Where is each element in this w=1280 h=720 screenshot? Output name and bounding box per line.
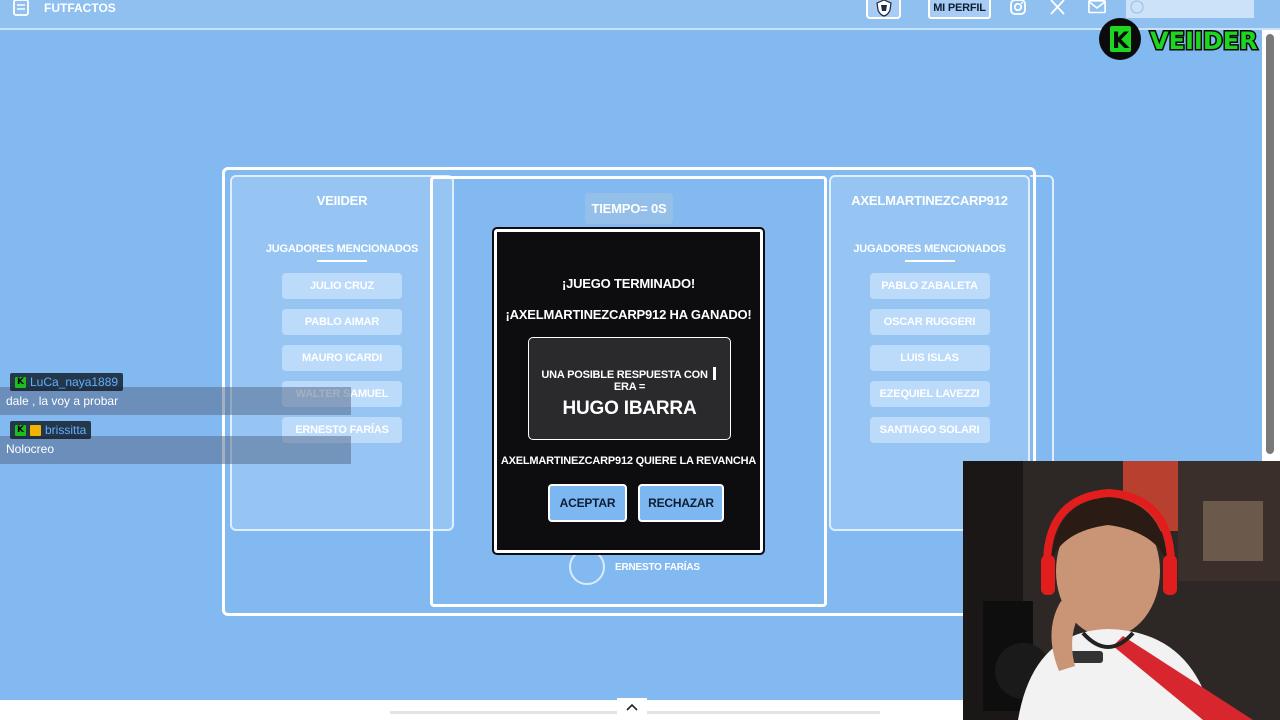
scrollbar-thumb[interactable] xyxy=(1266,34,1274,454)
modal-title: ¡JUEGO TERMINADO! xyxy=(561,276,696,291)
left-player-list: JULIO CRUZ PABLO AIMAR MAURO ICARDI WALT… xyxy=(232,273,452,443)
rematch-text: AXELMARTINEZCARP912 QUIERE LA REVANCHA xyxy=(500,455,757,467)
shield-icon xyxy=(875,0,892,17)
svg-text:K: K xyxy=(1112,29,1130,54)
top-navbar: FUTFACTOS MI PERFIL Invitame un Cafecito xyxy=(0,0,1280,30)
shield-button[interactable] xyxy=(866,0,901,19)
stream-logo: K VEIIDER xyxy=(1099,18,1259,60)
chat-message: dale , la voy a probar xyxy=(6,394,119,408)
answer-box: UNA POSIBLE RESPUESTA CON ERA = HUGO IBA… xyxy=(528,337,731,440)
accept-button[interactable]: ACEPTAR xyxy=(548,484,627,522)
answer-circle xyxy=(569,549,605,585)
answer-text: UNA POSIBLE RESPUESTA CON ERA = xyxy=(529,367,730,393)
x-icon[interactable] xyxy=(1049,0,1067,16)
chat-message: Nolocreo xyxy=(6,442,55,456)
right-player-subtitle: JUGADORES MENCIONADOS xyxy=(853,243,1006,255)
reject-button[interactable]: RECHAZAR xyxy=(638,484,724,522)
divider xyxy=(904,260,955,262)
player-chip: OSCAR RUGGERI xyxy=(869,309,990,335)
player-chip: SANTIAGO SOLARI xyxy=(869,417,990,443)
webcam-scene xyxy=(963,461,1280,720)
chat-user-pill: K brissitta xyxy=(10,421,92,439)
player-chip: JULIO CRUZ xyxy=(282,273,402,299)
chat-username: LuCa_naya1889 xyxy=(30,375,119,389)
game-over-modal: ¡JUEGO TERMINADO! ¡AXELMARTINEZCARP912 H… xyxy=(494,229,763,553)
bottom-answer: ERNESTO FARÍAS xyxy=(569,549,709,585)
chat-user-pill: K LuCa_naya1889 xyxy=(10,373,124,391)
coffee-icon xyxy=(1130,0,1144,14)
cursor-mark xyxy=(712,367,716,380)
player-chip: LUIS ISLAS xyxy=(869,345,990,371)
right-player-list: PABLO ZABALETA OSCAR RUGGERI LUIS ISLAS … xyxy=(831,273,1028,443)
brand-name: FUTFACTOS xyxy=(44,1,116,15)
cafecito-label: Invitame un Cafecito xyxy=(1148,1,1240,13)
instagram-icon[interactable] xyxy=(1009,0,1027,16)
stream-logo-text: VEIIDER xyxy=(1150,27,1258,55)
answer-name: HUGO IBARRA xyxy=(562,398,697,419)
answer-suffix: ERA = xyxy=(613,381,646,393)
k-badge-icon: K xyxy=(15,424,26,436)
right-player-name: AXELMARTINEZCARP912 xyxy=(851,193,1008,208)
brand[interactable]: FUTFACTOS xyxy=(12,0,116,16)
left-player-subtitle: JUGADORES MENCIONADOS xyxy=(265,243,419,255)
divider xyxy=(317,260,367,262)
left-player-panel: VEIIDER JUGADORES MENCIONADOS JULIO CRUZ… xyxy=(230,175,454,531)
timer: TIEMPO= 0S xyxy=(585,193,673,224)
player-chip: EZEQUIEL LAVEZZI xyxy=(869,381,990,407)
chat-username: brissitta xyxy=(45,423,87,437)
player-chip: PABLO AIMAR xyxy=(282,309,402,335)
left-player-name: VEIIDER xyxy=(316,193,368,208)
player-chip: MAURO ICARDI xyxy=(282,345,402,371)
brand-icon xyxy=(13,0,29,16)
answer-prefix: UNA POSIBLE RESPUESTA CON xyxy=(541,369,708,381)
chevron-up-icon xyxy=(626,703,638,711)
profile-button[interactable]: MI PERFIL xyxy=(928,0,991,19)
mail-icon[interactable] xyxy=(1088,0,1106,16)
game-frame-edge xyxy=(1030,175,1054,475)
bottom-answer-label: ERNESTO FARÍAS xyxy=(615,561,700,573)
k-badge-icon: K xyxy=(15,376,26,388)
webcam-feed xyxy=(963,461,1280,720)
scroll-up-button[interactable] xyxy=(617,698,647,716)
player-chip: PABLO ZABALETA xyxy=(869,273,990,299)
bottom-bar xyxy=(0,700,963,720)
crown-badge-icon xyxy=(30,424,41,436)
modal-winner: ¡AXELMARTINEZCARP912 HA GANADO! xyxy=(505,307,752,322)
